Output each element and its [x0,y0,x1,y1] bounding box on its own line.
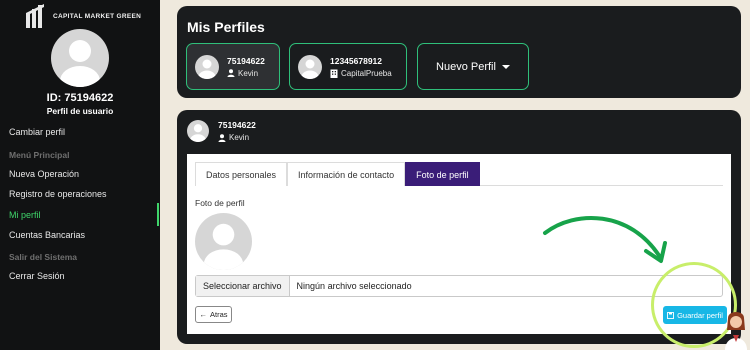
file-status: Ningún archivo seleccionado [296,281,412,291]
user-silhouette-icon [60,40,100,87]
user-silhouette-icon [190,124,206,142]
profile-name: CapitalPrueba [341,68,392,78]
user-silhouette-icon [301,59,319,79]
select-file-button[interactable]: Seleccionar archivo [196,276,290,296]
detail-name: Kevin [229,133,250,142]
sidebar-item-nueva-operacion[interactable]: Nueva Operación [9,169,79,179]
avatar [298,54,322,79]
active-indicator [157,203,159,226]
sidebar-item-cuentas-bancarias[interactable]: Cuentas Bancarias [9,230,85,240]
profile-id: 12345678912 [330,55,383,66]
profile-tile-capitalprueba[interactable]: 12345678912 CapitalPrueba [289,43,407,90]
tab-foto-perfil[interactable]: Foto de perfil [405,162,480,186]
new-profile-dropdown[interactable]: Nuevo Perfil [417,43,529,90]
user-icon [227,69,235,77]
arrow-left-icon: ← [199,310,207,319]
sidebar-item-mi-perfil[interactable]: Mi perfil [9,210,41,220]
user-role: Perfil de usuario [46,106,114,116]
mascot-icon [725,312,747,350]
avatar [51,29,109,87]
user-id: ID: 75194622 [46,92,114,104]
photo-preview [195,213,252,270]
avatar [195,54,219,79]
sidebar: CAPITAL MARKET GREEN ID: 75194622 Perfil… [0,0,160,350]
new-profile-label: Nuevo Perfil [436,60,496,73]
avatar [187,120,209,142]
detail-id: 75194622 [218,120,256,130]
tab-bar: Datos personales Información de contacto… [195,162,723,186]
brand-logo-icon [26,4,44,28]
user-icon [218,133,226,142]
profiles-title: Mis Perfiles [187,19,265,35]
user-silhouette-icon [198,59,216,79]
back-label: Atras [209,310,228,319]
caret-down-icon [501,64,510,69]
sidebar-section-menu-principal: Menú Principal [9,150,70,160]
profile-tile-kevin[interactable]: 75194622 Kevin [186,43,280,90]
profile-id: 75194622 [227,55,265,66]
profiles-card: Mis Perfiles 75194622 Kevin 12345678912 … [177,6,741,98]
user-silhouette-icon [203,223,244,270]
brand[interactable]: CAPITAL MARKET GREEN [24,4,141,28]
profile-name: Kevin [238,68,259,78]
sidebar-item-cambiar-perfil[interactable]: Cambiar perfil [9,127,65,137]
sidebar-item-registro-operaciones[interactable]: Registro de operaciones [9,189,107,199]
building-icon [330,69,338,78]
brand-name: CAPITAL MARKET GREEN [53,12,142,20]
photo-label: Foto de perfil [195,198,245,208]
sidebar-section-salir: Salir del Sistema [9,252,78,262]
tab-datos-personales[interactable]: Datos personales [195,162,288,186]
file-input[interactable]: Seleccionar archivo Ningún archivo selec… [195,275,723,297]
back-button[interactable]: ← Atras [195,306,232,323]
annotation-arrow-icon [543,216,667,263]
tab-informacion-contacto[interactable]: Información de contacto [287,162,406,186]
sidebar-item-cerrar-sesion[interactable]: Cerrar Sesión [9,271,65,281]
